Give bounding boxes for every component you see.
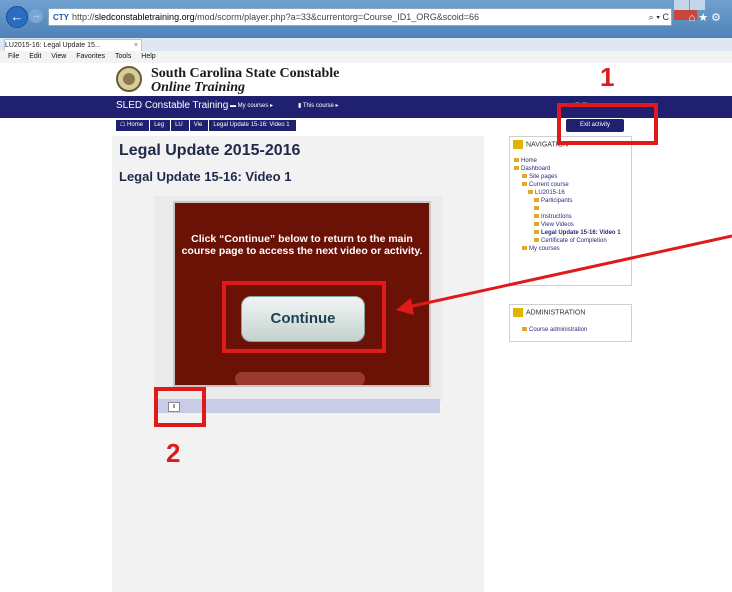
administration-block: ADMINISTRATION Course administration	[509, 304, 632, 342]
nav-item-home[interactable]: Home	[514, 157, 632, 165]
state-seal-logo	[116, 66, 142, 92]
minimize-button[interactable]	[674, 0, 690, 10]
this-course-menu[interactable]: ▮ This course ▸	[298, 102, 339, 109]
nav-item-participants[interactable]: Participants	[514, 197, 632, 205]
nav-item-current-video[interactable]: Legal Update 15-16: Video 1	[514, 229, 632, 237]
breadcrumb-current[interactable]: Legal Update 15-16: Video 1	[209, 120, 296, 131]
site-header: South Carolina State Constable Online Tr…	[0, 63, 732, 96]
nav-item-blank[interactable]	[514, 205, 632, 213]
breadcrumb-home-label: Home	[127, 122, 144, 128]
tab-close-icon[interactable]: ×	[134, 40, 138, 51]
navigation-tree: Home Dashboard Site pages Current course…	[514, 157, 632, 253]
nav-item-certificate[interactable]: Certificate of Completion	[514, 237, 632, 245]
browser-titlebar: ← → CTY http://sledconstabletraining.org/…	[0, 0, 732, 38]
callout-number-1: 1	[600, 62, 615, 92]
slide-message: Click “Continue” below to return to the …	[181, 233, 423, 257]
callout-box-continue	[222, 281, 386, 353]
breadcrumb: ☖ Home Leg LU Vie Legal Update 15-16: Vi…	[116, 120, 297, 131]
course-administration-link[interactable]: Course administration	[522, 327, 587, 333]
url-domain: sledconstabletraining.org	[94, 12, 195, 22]
browser-toolbar-icons: ⌂★⚙	[689, 11, 724, 24]
favorites-star-icon[interactable]: ★	[698, 12, 711, 24]
tab-bar: LU2015-16: Legal Update 15... ×	[0, 38, 732, 52]
navigation-block: NAVIGATION Home Dashboard Site pages Cur…	[509, 136, 632, 286]
main-content: Legal Update 2015-2016 Legal Update 15-1…	[112, 136, 484, 592]
brand-link[interactable]: SLED Constable Training	[116, 100, 228, 111]
url-scheme: http://	[72, 12, 95, 22]
menu-edit[interactable]: Edit	[29, 53, 41, 60]
site-subtitle: Online Training	[151, 80, 246, 95]
nav-item-site-pages[interactable]: Site pages	[514, 173, 632, 181]
activity-title: Legal Update 15-16: Video 1	[119, 169, 292, 184]
gears-icon	[513, 308, 523, 317]
menu-tools[interactable]: Tools	[115, 53, 131, 60]
home-icon[interactable]: ⌂	[689, 12, 699, 24]
nav-item-dashboard[interactable]: Dashboard	[514, 165, 632, 173]
maximize-button[interactable]	[690, 0, 706, 10]
nav-item-my-courses[interactable]: My courses	[514, 245, 632, 253]
back-button[interactable]: ←	[6, 6, 28, 28]
breadcrumb-lu[interactable]: LU	[171, 120, 189, 131]
address-search-icon[interactable]: ⌕ ▾ C	[649, 9, 669, 25]
my-courses-label: My courses	[237, 103, 269, 109]
url-path: /mod/scorm/player.php?a=33&currentorg=Co…	[194, 12, 479, 22]
callout-box-pause	[154, 387, 206, 427]
navigation-block-icon	[513, 140, 523, 149]
breadcrumb-vie[interactable]: Vie	[189, 120, 209, 131]
callout-box-exit	[557, 103, 658, 145]
menu-help[interactable]: Help	[141, 53, 155, 60]
nav-item-course[interactable]: LU2015-16	[514, 189, 632, 197]
screenshot: ← → CTY http://sledconstabletraining.org/…	[0, 0, 732, 592]
breadcrumb-leg[interactable]: Leg	[150, 120, 171, 131]
my-courses-menu[interactable]: ▬ My courses ▸	[230, 102, 273, 109]
forward-button[interactable]: →	[29, 9, 43, 23]
menu-view[interactable]: View	[51, 53, 66, 60]
site-favicon-icon: CTY	[53, 13, 69, 22]
nav-item-instructions[interactable]: Instructions	[514, 213, 632, 221]
window-controls	[674, 0, 728, 20]
administration-block-header: ADMINISTRATION	[513, 308, 585, 317]
menu-favorites[interactable]: Favorites	[76, 53, 105, 60]
nav-item-current-course[interactable]: Current course	[514, 181, 632, 189]
gear-icon[interactable]: ⚙	[711, 12, 724, 24]
breadcrumb-home[interactable]: ☖ Home	[116, 120, 150, 131]
tab-title: LU2015-16: Legal Update 15...	[5, 42, 101, 49]
address-bar[interactable]: CTY http://sledconstabletraining.org/mod/…	[48, 8, 672, 26]
this-course-label: This course	[302, 103, 334, 109]
menu-file[interactable]: File	[8, 53, 19, 60]
slide-decoration	[235, 372, 365, 385]
administration-header-label: ADMINISTRATION	[526, 309, 586, 317]
page-title: Legal Update 2015-2016	[119, 142, 301, 159]
callout-number-2: 2	[166, 438, 181, 468]
nav-item-view-videos[interactable]: View Videos	[514, 221, 632, 229]
